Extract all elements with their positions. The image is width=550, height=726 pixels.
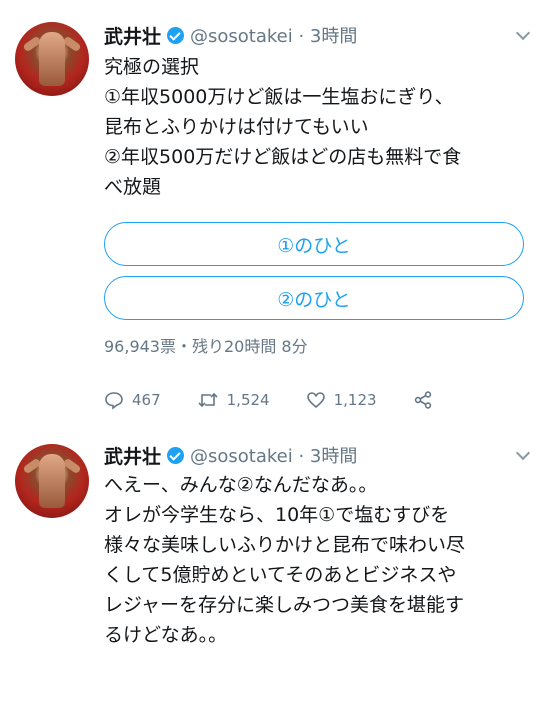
retweet-button[interactable]: 1,524: [197, 390, 270, 410]
reply-button[interactable]: 467: [104, 390, 161, 410]
author-handle[interactable]: @sosotakei · 3時間: [190, 442, 357, 468]
tweet-card[interactable]: 武井壮 @sosotakei · 3時間 究極の選択 ①年収5000万けど飯は一…: [0, 0, 550, 432]
like-count: 1,123: [333, 391, 377, 409]
avatar[interactable]: [15, 444, 89, 518]
verified-badge-icon: [167, 446, 185, 464]
tweet-text: へえー、みんな②なんだなあ。。 オレが今学生なら、10年①で塩むすびを 様々な美…: [104, 474, 466, 646]
share-button[interactable]: [413, 390, 441, 410]
tweet-card[interactable]: 武井壮 @sosotakei · 3時間 へえー、みんな②なんだなあ。。 オレが…: [0, 432, 550, 652]
poll-meta: 96,943票・残り20時間 8分: [104, 337, 308, 356]
retweet-icon: [198, 392, 218, 408]
avatar[interactable]: [15, 22, 89, 96]
chevron-down-icon[interactable]: [516, 28, 528, 40]
author-name[interactable]: 武井壮: [104, 442, 161, 469]
author-handle[interactable]: @sosotakei · 3時間: [190, 22, 357, 48]
tweet-header: 武井壮 @sosotakei · 3時間: [104, 20, 357, 50]
tweet-header: 武井壮 @sosotakei · 3時間: [104, 440, 357, 470]
poll-option-1[interactable]: ①のひと: [104, 222, 524, 266]
like-button[interactable]: 1,123: [306, 390, 377, 410]
share-icon: [414, 391, 431, 409]
author-name[interactable]: 武井壮: [104, 22, 161, 49]
reply-count: 467: [132, 391, 161, 409]
poll-option-2[interactable]: ②のひと: [104, 276, 524, 320]
chevron-down-icon[interactable]: [516, 448, 528, 460]
reply-icon: [105, 392, 123, 410]
verified-badge-icon: [167, 26, 185, 44]
tweet-text: 究極の選択 ①年収5000万けど飯は一生塩おにぎり、 昆布とふりかけは付けてもい…: [104, 56, 462, 198]
retweet-count: 1,524: [226, 391, 270, 409]
tweet-actions: 467 1,524 1,123: [104, 385, 477, 415]
heart-icon: [306, 392, 325, 409]
